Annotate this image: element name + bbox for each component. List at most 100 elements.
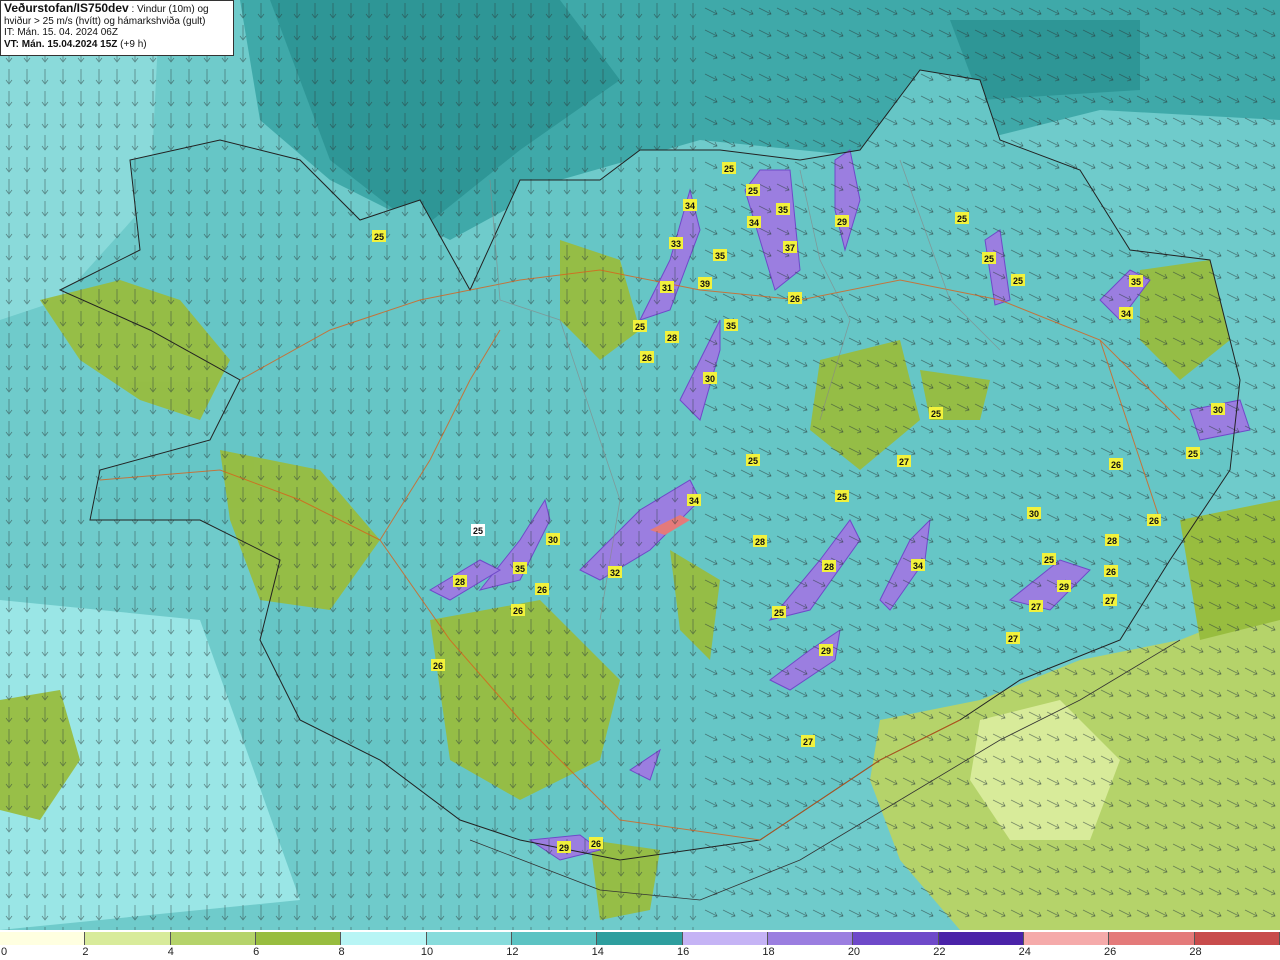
gust-marker: 37 xyxy=(783,241,797,253)
gust-marker: 25 xyxy=(471,524,485,536)
gust-marker: 33 xyxy=(669,237,683,249)
gust-marker: 34 xyxy=(1119,307,1133,319)
gust-marker: 28 xyxy=(453,575,467,587)
legend-swatch xyxy=(682,932,768,945)
gust-marker: 28 xyxy=(665,331,679,343)
gust-marker-label: 25 xyxy=(1044,555,1054,565)
gust-marker: 25 xyxy=(722,162,736,174)
gust-marker-label: 30 xyxy=(548,535,558,545)
gust-marker: 26 xyxy=(1109,458,1123,470)
gust-marker-label: 25 xyxy=(374,232,384,242)
legend-tick: 14 xyxy=(591,946,604,958)
legend-tick: 6 xyxy=(253,946,260,958)
gust-marker: 27 xyxy=(801,735,815,747)
color-legend: 0 2 4 6 8 10 12 14 16 18 20 22 24 26 28 xyxy=(0,930,1280,960)
gust-marker: 26 xyxy=(1147,514,1161,526)
gust-marker-label: 28 xyxy=(824,562,834,572)
legend-swatch xyxy=(1109,932,1195,945)
gust-marker: 29 xyxy=(557,841,571,853)
gust-marker-label: 25 xyxy=(957,214,967,224)
gust-marker: 25 xyxy=(1186,447,1200,459)
gust-marker-label: 25 xyxy=(748,456,758,466)
gust-marker: 34 xyxy=(687,494,701,506)
valid-time-offset: (+9 h) xyxy=(117,38,147,50)
legend-tick: 16 xyxy=(677,946,690,958)
gust-marker-label: 34 xyxy=(913,561,923,571)
gust-marker: 34 xyxy=(747,216,761,228)
gust-marker-label: 34 xyxy=(689,496,699,506)
gust-marker: 35 xyxy=(724,319,738,331)
gust-marker: 27 xyxy=(1103,594,1117,606)
wind-arrows-south xyxy=(0,0,700,930)
gust-marker-label: 26 xyxy=(537,585,547,595)
gust-marker: 27 xyxy=(1006,632,1020,644)
legend-tick: 2 xyxy=(82,946,89,958)
legend-swatch xyxy=(256,932,342,945)
legend-tick: 26 xyxy=(1104,946,1117,958)
gust-marker-label: 29 xyxy=(559,843,569,853)
gust-marker-label: 25 xyxy=(837,492,847,502)
wind-map: 25 34 33 31 25 26 28 35 39 35 30 25 34 25 35 37 26 29 25 25… xyxy=(0,0,1280,930)
gust-marker-label: 39 xyxy=(700,279,710,289)
gust-marker-label: 29 xyxy=(837,217,847,227)
gust-marker: 32 xyxy=(608,566,622,578)
legend-swatch xyxy=(512,932,598,945)
description-line2: hviður > 25 m/s (hvítt) og hámarkshviða … xyxy=(4,15,206,27)
gust-marker: 25 xyxy=(955,212,969,224)
gust-marker-label: 34 xyxy=(749,218,759,228)
gust-marker: 25 xyxy=(746,184,760,196)
gust-marker-label: 25 xyxy=(724,164,734,174)
gust-marker-label: 25 xyxy=(473,526,483,536)
legend-tick: 0 xyxy=(0,946,8,958)
gust-marker-label: 34 xyxy=(685,201,695,211)
legend-tick: 22 xyxy=(933,946,946,958)
gust-marker: 26 xyxy=(640,351,654,363)
gust-marker: 27 xyxy=(1029,600,1043,612)
gust-marker: 25 xyxy=(633,320,647,332)
legend-tick: 4 xyxy=(167,946,174,958)
gust-marker-label: 27 xyxy=(1008,634,1018,644)
gust-marker-label: 25 xyxy=(931,409,941,419)
legend-tick: 10 xyxy=(420,946,434,958)
gust-marker-label: 26 xyxy=(1111,460,1121,470)
legend-tick: 20 xyxy=(847,946,861,958)
gust-marker-label: 26 xyxy=(513,606,523,616)
legend-swatch xyxy=(85,932,171,945)
description-line1: : Vindur (10m) og xyxy=(128,4,209,15)
gust-marker-label: 28 xyxy=(667,333,677,343)
legend-swatch xyxy=(1024,932,1110,945)
gust-marker: 28 xyxy=(822,560,836,572)
gust-marker-label: 27 xyxy=(1105,596,1115,606)
gust-marker: 29 xyxy=(819,644,833,656)
header-box: Veðurstofan/IS750dev : Vindur (10m) og h… xyxy=(0,0,234,56)
gust-marker-label: 27 xyxy=(899,457,909,467)
legend-swatch xyxy=(170,932,256,945)
gust-marker: 25 xyxy=(1011,274,1025,286)
gust-marker: 25 xyxy=(372,230,386,242)
gust-marker-label: 35 xyxy=(1131,277,1141,287)
gust-marker-label: 25 xyxy=(635,322,645,332)
gust-marker-label: 26 xyxy=(591,839,601,849)
gust-marker-label: 25 xyxy=(748,186,758,196)
gust-marker: 25 xyxy=(746,454,760,466)
gust-marker-label: 35 xyxy=(726,321,736,331)
gust-marker-label: 35 xyxy=(778,205,788,215)
gust-marker-label: 26 xyxy=(1149,516,1159,526)
gust-marker-label: 37 xyxy=(785,243,795,253)
gust-marker-label: 30 xyxy=(1029,509,1039,519)
gust-marker-label: 29 xyxy=(1059,582,1069,592)
gust-marker-label: 30 xyxy=(705,374,715,384)
valid-time: VT: Mán. 15.04.2024 15Z xyxy=(4,38,118,50)
gust-marker: 26 xyxy=(1104,565,1118,577)
wind-arrows-east xyxy=(700,0,1280,930)
gust-marker: 30 xyxy=(546,533,560,545)
gust-marker-label: 27 xyxy=(1031,602,1041,612)
gust-marker-label: 31 xyxy=(662,283,672,293)
gust-marker: 26 xyxy=(788,292,802,304)
legend-tick: 12 xyxy=(506,946,519,958)
gust-marker-label: 25 xyxy=(984,254,994,264)
gust-marker: 35 xyxy=(713,249,727,261)
gust-marker-label: 35 xyxy=(515,564,525,574)
legend-tick: 24 xyxy=(1018,946,1031,958)
gust-marker-label: 26 xyxy=(433,661,443,671)
